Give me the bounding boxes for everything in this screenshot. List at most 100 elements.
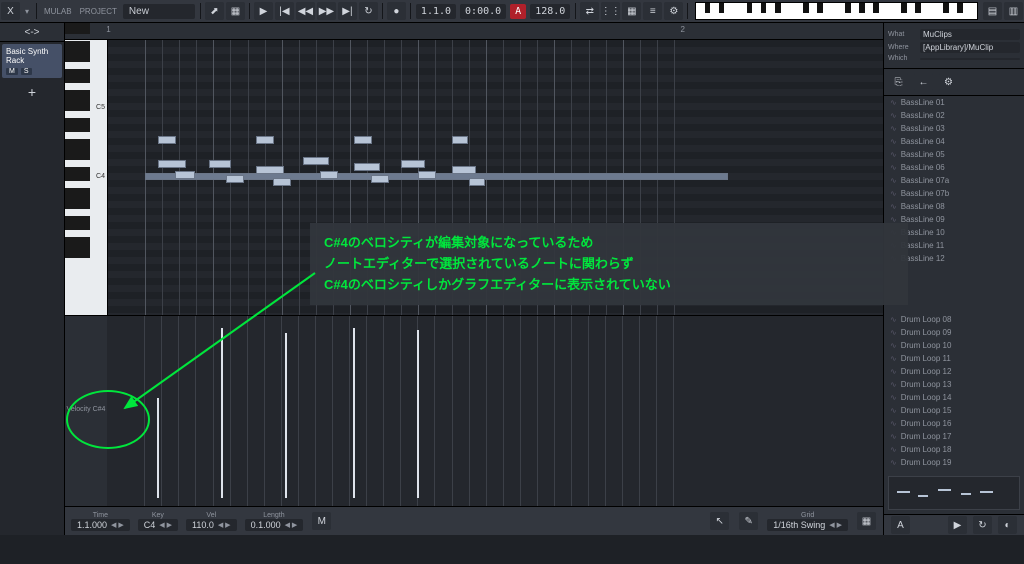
solo-button[interactable]: S xyxy=(21,68,32,75)
tool-select-icon[interactable]: ▦ xyxy=(226,2,245,20)
track-header[interactable]: Basic Synth Rack M S xyxy=(2,44,62,78)
velocity-label-area[interactable]: Velocity C#4 xyxy=(65,316,107,506)
browser-item[interactable]: ∿BassLine 07a xyxy=(884,174,1024,187)
browser-item[interactable]: ∿BassLine 09 xyxy=(884,213,1024,226)
browser-item[interactable]: ∿Drum Loop 17 xyxy=(884,430,1024,443)
browser-item[interactable]: ∿BassLine 11 xyxy=(884,239,1024,252)
browser-item[interactable]: ∿Drum Loop 18 xyxy=(884,443,1024,456)
view-btn-4[interactable]: ≡ xyxy=(643,2,662,20)
timeline-ruler[interactable]: 1 2 xyxy=(65,23,883,40)
m-toggle[interactable]: M xyxy=(312,512,331,530)
position-display[interactable]: 1.1.0 xyxy=(416,4,456,19)
ruler-marker: 2 xyxy=(679,23,687,36)
browser-item[interactable]: ∿BassLine 06 xyxy=(884,161,1024,174)
browser-item[interactable]: ∿BassLine 04 xyxy=(884,135,1024,148)
browser-item[interactable]: ∿Drum Loop 13 xyxy=(884,378,1024,391)
clip-icon: ∿ xyxy=(890,367,897,376)
browser-item[interactable]: ∿Drum Loop 20 xyxy=(884,469,1024,472)
clip-icon: ∿ xyxy=(890,393,897,402)
browser-settings-icon[interactable]: ⚙ xyxy=(939,73,958,91)
forward-button[interactable]: ▶▶ xyxy=(317,2,336,20)
browser-item[interactable]: ∿BassLine 01 xyxy=(884,96,1024,109)
record-button[interactable]: ● xyxy=(387,2,406,20)
browser-up-icon[interactable]: ⎘ xyxy=(889,73,908,91)
browser-item[interactable]: ∿BassLine 12 xyxy=(884,252,1024,265)
play-button[interactable]: ▶ xyxy=(254,2,273,20)
note-grid[interactable] xyxy=(108,40,883,315)
clip-icon: ∿ xyxy=(890,137,897,146)
draw-tool-icon[interactable]: ✎ xyxy=(739,512,758,530)
preview-play-icon[interactable]: ▶ xyxy=(948,516,967,534)
where-value[interactable]: [AppLibrary]/MuClip xyxy=(920,42,1020,53)
clip-icon: ∿ xyxy=(890,432,897,441)
clip-icon: ∿ xyxy=(890,341,897,350)
grid-field-label: Grid xyxy=(801,512,814,519)
preview-vol-icon[interactable]: ◐ xyxy=(998,516,1017,534)
mini-keyboard[interactable] xyxy=(695,2,978,20)
browser-item[interactable]: ∿Drum Loop 15 xyxy=(884,404,1024,417)
clip-preview[interactable] xyxy=(888,476,1020,510)
browser-item[interactable]: ∿BassLine 08 xyxy=(884,200,1024,213)
panel-toggle-2[interactable]: ▥ xyxy=(1004,2,1023,20)
project-name-field[interactable]: New xyxy=(123,4,195,19)
browser-item[interactable]: ∿Drum Loop 19 xyxy=(884,456,1024,469)
browser-item[interactable]: ∿Drum Loop 16 xyxy=(884,417,1024,430)
app-menu-button[interactable]: X xyxy=(1,2,20,20)
preview-slot[interactable]: A xyxy=(891,516,910,534)
rewind-button[interactable]: ◀◀ xyxy=(296,2,315,20)
panel-toggle-1[interactable]: ▤ xyxy=(983,2,1002,20)
clip-icon: ∿ xyxy=(890,254,897,263)
key-label-c4: C4 xyxy=(96,173,105,180)
view-btn-2[interactable]: ⋮⋮ xyxy=(601,2,620,20)
tool-arrow-icon[interactable]: ⬈ xyxy=(205,2,224,20)
view-btn-3[interactable]: ▦ xyxy=(622,2,641,20)
piano-keys[interactable]: C5 C4 xyxy=(65,40,108,315)
browser-item[interactable]: ∿BassLine 05 xyxy=(884,148,1024,161)
mute-button[interactable]: M xyxy=(6,68,18,75)
settings-icon[interactable]: ⚙ xyxy=(664,2,683,20)
browser-item[interactable]: ∿Drum Loop 12 xyxy=(884,365,1024,378)
browser-item[interactable]: ∿BassLine 10 xyxy=(884,226,1024,239)
view-btn-1[interactable]: ⇄ xyxy=(580,2,599,20)
rewind-start-button[interactable]: |◀ xyxy=(275,2,294,20)
clip-icon: ∿ xyxy=(890,150,897,159)
tempo-display[interactable]: 128.0 xyxy=(530,4,570,19)
browser-item[interactable]: ∿BassLine 07b xyxy=(884,187,1024,200)
which-value[interactable] xyxy=(920,58,1020,60)
vel-field[interactable]: 110.0◀ ▶ xyxy=(186,519,237,531)
browser-item[interactable]: ∿BassLine 02 xyxy=(884,109,1024,122)
ruler-marker: 1 xyxy=(104,23,112,36)
key-field[interactable]: C4◀ ▶ xyxy=(138,519,178,531)
browser-item[interactable]: ∿Drum Loop 14 xyxy=(884,391,1024,404)
time-field-label: Time xyxy=(93,512,108,519)
track-rail: <-> Basic Synth Rack M S + xyxy=(0,23,65,535)
browser-item[interactable]: ∿Drum Loop 11 xyxy=(884,352,1024,365)
clip-icon: ∿ xyxy=(890,176,897,185)
velocity-grid[interactable] xyxy=(107,316,883,506)
browser-list[interactable]: ∿BassLine 01∿BassLine 02∿BassLine 03∿Bas… xyxy=(884,96,1024,472)
clip-icon: ∿ xyxy=(890,445,897,454)
forward-end-button[interactable]: ▶| xyxy=(338,2,357,20)
snap-toggle[interactable]: ▦ xyxy=(857,512,876,530)
browser-back-icon[interactable]: ← xyxy=(914,73,933,91)
clip-icon: ∿ xyxy=(890,328,897,337)
time-display[interactable]: 0:00.0 xyxy=(460,4,506,19)
browser-item[interactable]: ∿BassLine 03 xyxy=(884,122,1024,135)
browser-item[interactable]: ∿Drum Loop 09 xyxy=(884,326,1024,339)
browser-item[interactable]: ∿Drum Loop 08 xyxy=(884,313,1024,326)
sync-indicator[interactable]: A xyxy=(510,4,526,19)
preview-loop-icon[interactable]: ↻ xyxy=(973,516,992,534)
browser-item[interactable]: ∿Drum Loop 10 xyxy=(884,339,1024,352)
cursor-tool-icon[interactable]: ↖ xyxy=(710,512,729,530)
loop-button[interactable]: ↻ xyxy=(359,2,378,20)
editor-statusbar: Time 1.1.000◀ ▶ Key C4◀ ▶ Vel 110.0◀ ▶ L… xyxy=(65,506,883,535)
editor-area: 1 2 C5 C4 Velocity C#4 Time 1.1.000◀ ▶ xyxy=(65,23,883,535)
rail-tab[interactable]: <-> xyxy=(0,23,64,42)
time-field[interactable]: 1.1.000◀ ▶ xyxy=(71,519,130,531)
add-track-button[interactable]: + xyxy=(0,80,64,104)
what-value[interactable]: MuClips xyxy=(920,29,1020,40)
clip-icon: ∿ xyxy=(890,215,897,224)
clip-icon: ∿ xyxy=(890,471,897,472)
grid-field[interactable]: 1/16th Swing◀ ▶ xyxy=(767,519,848,531)
length-field[interactable]: 0.1.000◀ ▶ xyxy=(245,519,304,531)
